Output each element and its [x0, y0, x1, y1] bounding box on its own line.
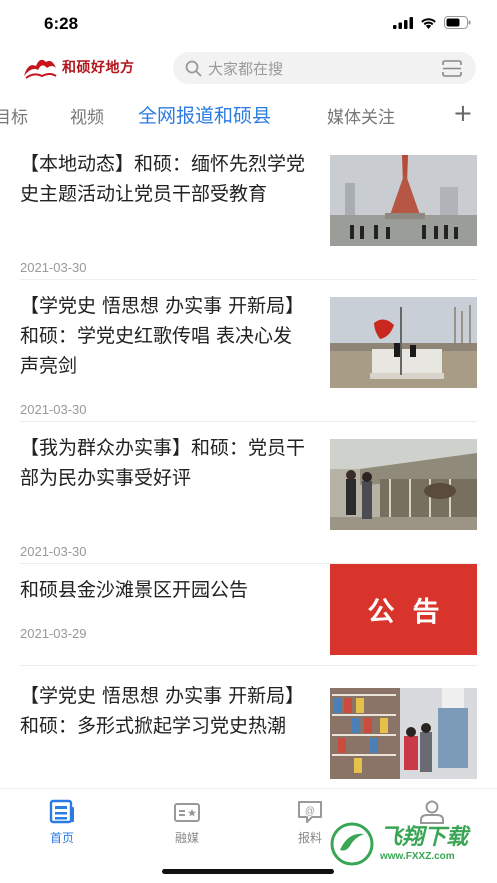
news-date: 2021-03-30: [20, 402, 87, 417]
news-item[interactable]: 【本地动态】和硕：缅怀先烈学党史主题活动让党员干部受教育 2021-03-30: [20, 148, 477, 280]
news-date: 2021-03-30: [20, 260, 87, 275]
status-icons: [393, 16, 471, 29]
nav-report-label: 报料: [297, 831, 322, 845]
nav-home-label: 首页: [49, 831, 74, 845]
divider: [20, 665, 477, 666]
monument-photo: [330, 155, 477, 246]
news-icon: [49, 799, 74, 824]
news-title: 【我为群众办实事】和硕：党员干部为民办实事受好评: [20, 437, 306, 489]
news-title: 【学党史 悟思想 办实事 开新局】和硕：多形式掀起学习党史热潮: [20, 685, 305, 737]
report-icon: @: [298, 801, 322, 823]
status-bar: 6:28: [0, 0, 497, 48]
site-watermark: 飞翔下载 www.FXXZ.com: [330, 822, 468, 866]
news-thumbnail: [330, 297, 477, 388]
news-item[interactable]: 【我为群众办实事】和硕：党员干部为民办实事受好评 2021-03-30: [20, 432, 477, 564]
news-title: 和硕县金沙滩景区开园公告: [20, 579, 249, 601]
news-item[interactable]: 【学党史 悟思想 办实事 开新局】和硕：学党史红歌传唱 表决心发声亮剑 2021…: [20, 290, 477, 422]
news-title: 【本地动态】和硕：缅怀先烈学党史主题活动让党员干部受教育: [20, 153, 306, 205]
logo-text: 和硕好地方: [62, 60, 135, 76]
notice-label: 公告: [367, 597, 458, 628]
nav-media-label: 融媒: [174, 831, 199, 845]
status-time: 6:28: [44, 14, 79, 33]
wifi-icon: [421, 17, 436, 29]
watermark-logo-icon: [330, 822, 374, 866]
search-input[interactable]: 大家都在搜: [173, 52, 476, 84]
app-header: 和硕好地方 大家都在搜: [0, 48, 497, 90]
battery-icon: [444, 16, 471, 29]
farm-photo: [330, 439, 477, 530]
library-photo: [330, 688, 477, 779]
home-indicator: [162, 869, 334, 874]
logo-icon: [24, 59, 57, 79]
media-icon: [174, 803, 200, 822]
app-logo[interactable]: 和硕好地方: [22, 54, 135, 80]
watermark-url: www.FXXZ.com: [380, 850, 455, 862]
notice-thumbnail: 公告: [330, 564, 477, 655]
nav-media[interactable]: 融媒: [157, 799, 217, 846]
news-thumbnail: [330, 439, 477, 530]
flag-photo: [330, 297, 477, 388]
news-date: 2021-03-29: [20, 626, 87, 641]
news-thumbnail: [330, 155, 477, 246]
svg-text:@: @: [305, 806, 315, 817]
nav-home[interactable]: 首页: [32, 799, 92, 846]
news-date: 2021-03-30: [20, 544, 87, 559]
scan-icon[interactable]: [442, 60, 462, 77]
divider: [20, 279, 477, 280]
tab-video[interactable]: 视频: [70, 103, 104, 128]
tab-target[interactable]: 目标: [0, 103, 28, 128]
divider: [20, 421, 477, 422]
tab-media-focus[interactable]: 媒体关注: [327, 103, 395, 128]
search-icon: [185, 60, 202, 77]
news-title: 【学党史 悟思想 办实事 开新局】和硕：学党史红歌传唱 表决心发声亮剑: [20, 295, 305, 377]
watermark-brand: 飞翔下载: [380, 825, 469, 851]
signal-icon: [393, 16, 413, 29]
add-tab-icon[interactable]: +: [453, 99, 473, 127]
tab-hoxud-coverage[interactable]: 全网报道和硕县: [138, 101, 271, 128]
search-placeholder: 大家都在搜: [208, 59, 284, 78]
channel-tabs: 目标 视频 全网报道和硕县 媒体关注 +: [0, 97, 497, 135]
news-thumbnail: [330, 688, 477, 779]
